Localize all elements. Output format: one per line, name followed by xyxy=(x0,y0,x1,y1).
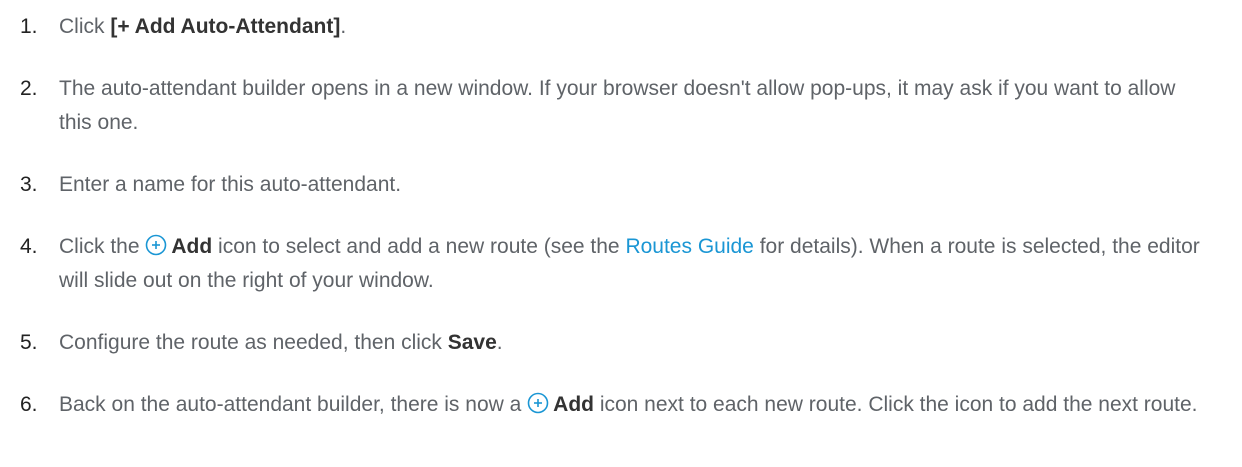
step-text: . xyxy=(340,15,347,38)
instruction-steps: 1. Click [+ Add Auto-Attendant]. 2. The … xyxy=(0,0,1242,422)
step-text: . xyxy=(496,331,503,354)
step-text: icon to select and add a new route (see … xyxy=(212,235,626,258)
step-number: 4. xyxy=(20,235,38,258)
step-text: Click the xyxy=(59,235,146,258)
step-text: The auto-attendant builder opens in a ne… xyxy=(59,77,1176,134)
step-2: 2. The auto-attendant builder opens in a… xyxy=(0,72,1209,140)
add-label: Add xyxy=(553,393,594,416)
step-4: 4. Click the Add icon to select and add … xyxy=(0,230,1209,298)
step-text: Back on the auto-attendant builder, ther… xyxy=(59,393,528,416)
step-3: 3. Enter a name for this auto-attendant. xyxy=(0,168,1209,202)
step-6: 6. Back on the auto-attendant builder, t… xyxy=(0,388,1209,422)
step-number: 6. xyxy=(20,393,38,416)
step-text: Enter a name for this auto-attendant. xyxy=(59,173,402,196)
add-label: Add xyxy=(171,235,213,258)
step-number: 1. xyxy=(20,15,38,38)
step-1: 1. Click [+ Add Auto-Attendant]. xyxy=(0,10,1209,44)
step-5: 5. Configure the route as needed, then c… xyxy=(0,326,1209,360)
step-number: 5. xyxy=(20,331,38,354)
add-auto-attendant-label: [+ Add Auto-Attendant] xyxy=(110,15,341,38)
save-label: Save xyxy=(447,331,497,354)
step-text: icon next to each new route. Click the i… xyxy=(593,393,1198,416)
routes-guide-link[interactable]: Routes Guide xyxy=(625,235,753,258)
step-number: 2. xyxy=(20,77,38,100)
step-number: 3. xyxy=(20,173,38,196)
step-text: Configure the route as needed, then clic… xyxy=(59,331,448,354)
step-text: Click xyxy=(59,15,111,38)
add-circle-icon xyxy=(145,234,167,256)
add-circle-icon xyxy=(527,392,549,414)
